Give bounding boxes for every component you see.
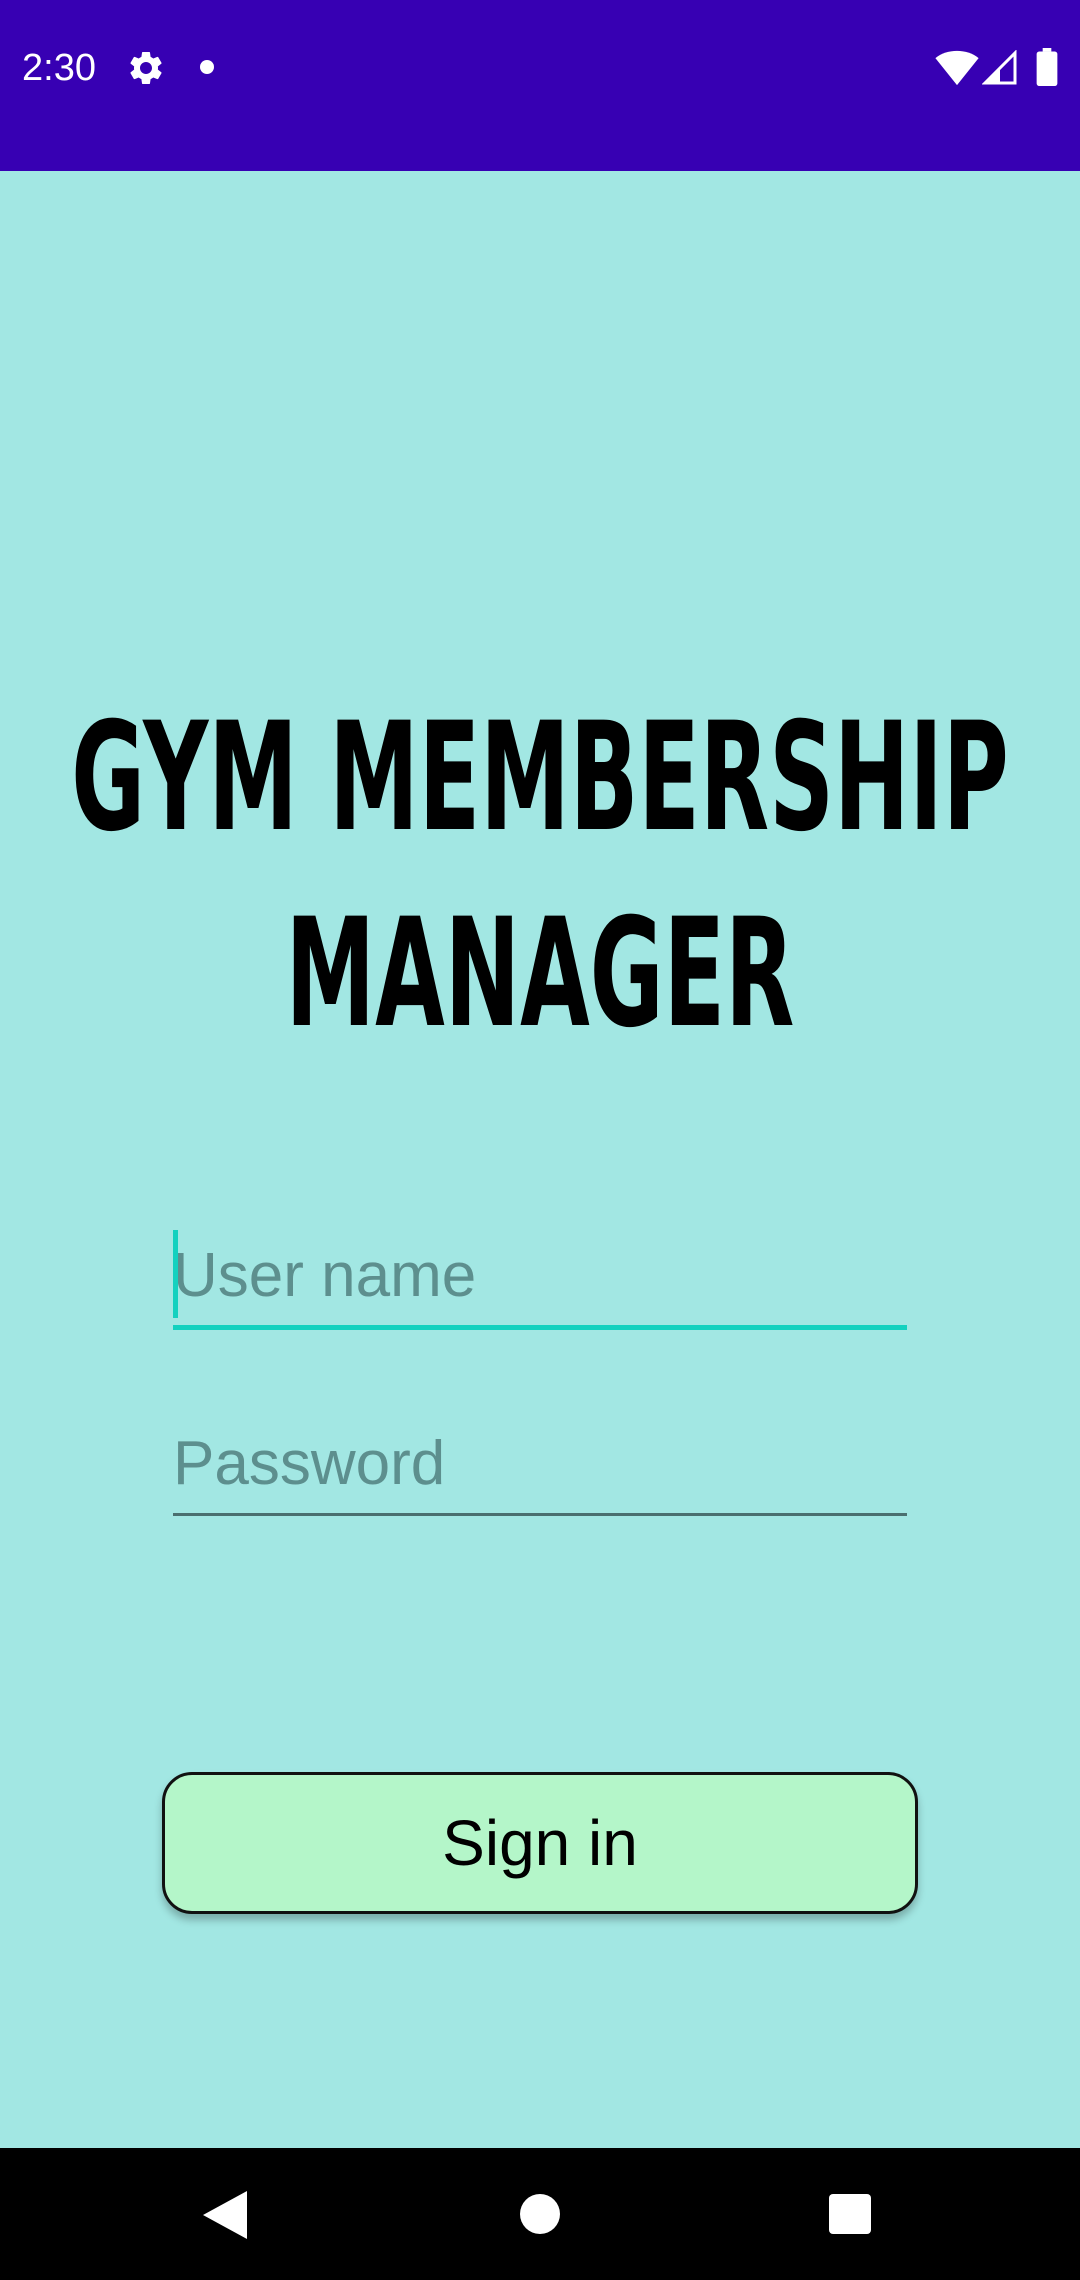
notification-dot-icon bbox=[200, 60, 214, 74]
wifi-icon bbox=[935, 50, 979, 86]
login-screen: 2:30 GYM MEMBERSHIP MANAGER Sign i bbox=[0, 0, 1080, 2280]
app-title-line-1: GYM MEMBERSHIP bbox=[71, 691, 1009, 865]
status-bar: 2:30 bbox=[0, 0, 1080, 171]
password-input[interactable] bbox=[173, 1420, 907, 1516]
app-title: GYM MEMBERSHIP MANAGER bbox=[0, 680, 1080, 1072]
text-cursor bbox=[173, 1230, 178, 1318]
sign-in-button-label: Sign in bbox=[442, 1807, 638, 1879]
username-underline bbox=[173, 1325, 907, 1330]
navigation-bar bbox=[0, 2148, 1080, 2280]
app-title-line-2: MANAGER bbox=[285, 887, 795, 1061]
back-icon[interactable] bbox=[203, 2191, 247, 2239]
gear-icon bbox=[130, 51, 162, 84]
password-underline bbox=[173, 1513, 907, 1516]
status-time: 2:30 bbox=[22, 47, 96, 89]
sign-in-button[interactable]: Sign in bbox=[162, 1772, 918, 1914]
recents-icon[interactable] bbox=[829, 2194, 871, 2234]
username-field-container bbox=[173, 1230, 907, 1330]
username-input[interactable] bbox=[173, 1230, 907, 1330]
password-field-container bbox=[173, 1420, 907, 1516]
home-icon[interactable] bbox=[520, 2194, 560, 2234]
signal-icon bbox=[982, 50, 1017, 85]
battery-icon bbox=[1036, 48, 1058, 86]
